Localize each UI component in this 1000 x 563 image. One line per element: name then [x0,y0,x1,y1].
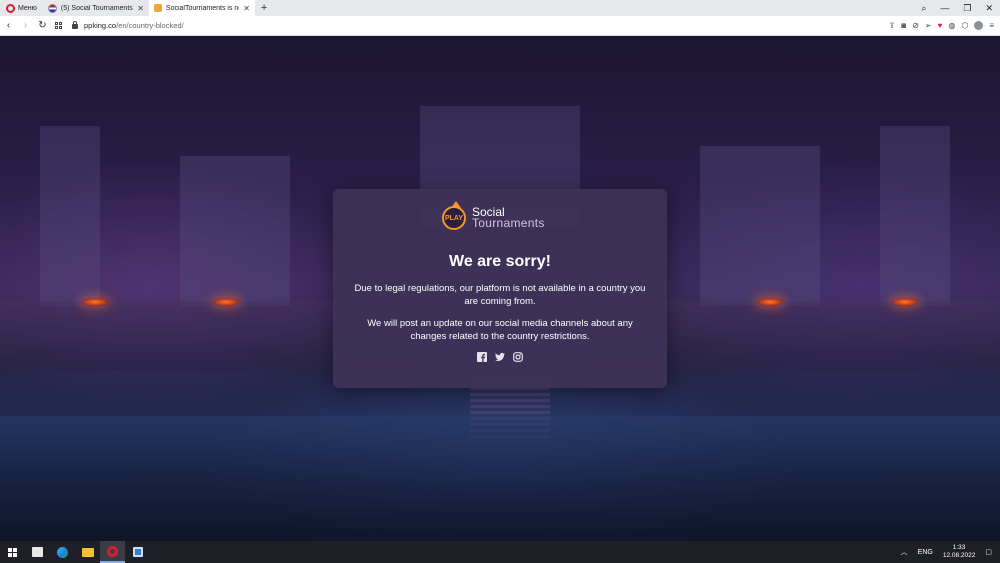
twitter-icon[interactable] [495,352,505,362]
close-tab-icon[interactable]: ✕ [243,4,250,13]
dialog-title: We are sorry! [449,253,551,270]
tab-bar: Меню (5) Social Tournaments: ту... ✕ Soc… [0,0,1000,16]
reload-icon[interactable]: ↻ [34,20,51,31]
heart-icon[interactable]: ♥ [938,21,943,30]
windows-logo-icon [8,547,17,557]
clock[interactable]: 1:33 12.08.2022 [943,544,976,560]
fire-bowl [757,298,783,306]
save-app-icon[interactable] [125,541,150,563]
water-reflection [0,416,1000,541]
tab-favicon-icon [153,4,162,12]
fire-bowl [892,298,918,306]
logo-text-tournaments: Tournaments [472,216,545,230]
forward-icon[interactable]: › [17,20,34,31]
address-bar: ‹ › ↻ ppking.co/en/country-blocked/ ⇪ ◙ … [0,16,1000,36]
fire-bowl [82,298,108,306]
tray-chevron-up-icon[interactable]: ︿ [901,547,908,557]
play-crown-logo-icon: PLAY [442,201,466,230]
share-icon[interactable]: ⇪ [889,21,896,30]
temple-block-right [700,146,820,306]
search-tabs-icon[interactable]: ⌕ [921,3,926,14]
camera-icon[interactable]: ◙ [901,21,906,30]
instagram-icon[interactable] [513,352,523,362]
restore-icon[interactable]: ❐ [963,3,971,14]
country-blocked-dialog: PLAY Social Tournaments We are sorry! Du… [333,189,667,388]
clock-date: 12.08.2022 [942,552,976,559]
profile-avatar-icon[interactable] [974,21,984,30]
temple-pillar-left [40,126,100,306]
opera-app-icon[interactable] [100,541,125,563]
minimize-icon[interactable]: — [940,3,949,13]
file-explorer-icon[interactable] [75,541,100,563]
clock-time: 1:33 [952,544,966,551]
legal-message: Due to legal regulations, our platform i… [354,283,646,307]
close-tab-icon[interactable]: ✕ [137,4,144,13]
vpn-icon[interactable]: ◍ [948,21,955,30]
menu-label: Меню [18,4,37,12]
new-tab-button[interactable]: + [255,2,273,14]
notifications-icon[interactable]: ▢ [985,548,992,556]
fire-bowl [213,298,239,306]
facebook-icon[interactable] [477,352,487,362]
temple-pillar-right [880,126,950,306]
tab-label: (5) Social Tournaments: ту... [60,4,134,12]
update-message: We will post an update on our social med… [367,318,633,342]
tab-favicon-icon [47,3,57,13]
social-tournaments-logo: PLAY Social Tournaments [442,201,545,230]
extensions-cube-icon[interactable]: ⬡ [961,21,968,30]
start-button[interactable] [0,541,25,563]
close-window-icon[interactable]: ✕ [985,3,993,14]
tab-social-tournaments-1[interactable]: (5) Social Tournaments: ту... ✕ [43,0,149,16]
tab-social-tournaments-2[interactable]: SocialTournaments is not a... ✕ [148,0,255,16]
windows-taskbar: ︿ ENG 1:33 12.08.2022 ▢ [0,541,1000,563]
store-app-icon[interactable] [25,541,50,563]
easy-setup-menu-icon[interactable]: ≡ [989,21,994,30]
opera-logo-icon [6,3,15,13]
social-links [333,352,667,362]
opera-menu-button[interactable]: Меню [0,0,43,16]
edge-app-icon[interactable] [50,541,75,563]
adblock-icon[interactable]: ⊘ [912,21,919,30]
tab-label: SocialTournaments is not a... [165,4,239,12]
temple-block-left [180,156,290,306]
language-indicator[interactable]: ENG [918,549,933,556]
back-icon[interactable]: ‹ [0,20,17,31]
url-field[interactable]: ppking.co/en/country-blocked/ [84,21,184,30]
lock-icon[interactable] [72,21,78,29]
send-icon[interactable]: ➢ [925,21,932,30]
speed-dial-icon[interactable] [55,22,62,29]
